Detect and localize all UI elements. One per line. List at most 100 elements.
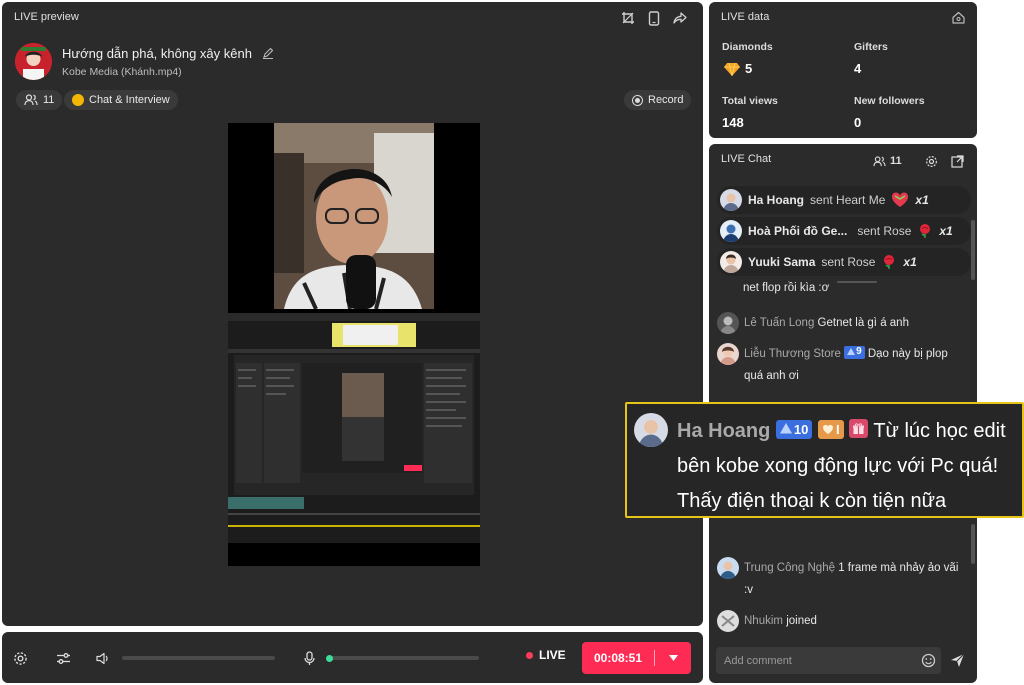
chat-username[interactable]: Lê Tuấn Long — [744, 317, 814, 329]
level-badge-value: 10 — [793, 421, 809, 437]
gift-sender: Hoà Phối đồ Ge... — [748, 224, 848, 238]
gift-count: x1 — [903, 255, 917, 269]
microphone-icon[interactable] — [300, 649, 318, 667]
highlighted-comment: Ha Hoang 10 I Từ lúc học edit bên kobe x… — [625, 402, 1024, 518]
mic-level-slider[interactable] — [326, 654, 479, 662]
adjustments-icon[interactable] — [54, 649, 72, 667]
video-preview — [228, 123, 480, 566]
stream-title: Hướng dẫn phá, không xây kênh — [62, 46, 274, 61]
avatar — [720, 220, 742, 242]
chat-settings-icon[interactable] — [923, 153, 939, 169]
popout-icon[interactable] — [949, 153, 965, 169]
followers-value: 0 — [854, 115, 862, 130]
speaker-icon[interactable] — [94, 649, 112, 667]
diamonds-stat: 5 — [724, 61, 752, 76]
level-triangle-icon — [847, 348, 856, 355]
send-icon[interactable] — [947, 650, 967, 670]
host-avatar[interactable] — [15, 43, 52, 80]
chat-message: Trung Công Nghệ 1 frame mà nhảy ảo vãi :… — [717, 557, 967, 601]
chat-viewer-count: 11 — [890, 155, 902, 167]
rose-gift-icon — [884, 255, 895, 269]
avatar — [717, 343, 739, 365]
gift-row: Ha Hoang sent Heart Me x1 — [717, 186, 971, 214]
chat-message: Lê Tuấn Long Getnet là gì á anh — [717, 312, 967, 334]
chat-message-partial: net flop rồi kìa :ơ — [743, 282, 830, 294]
record-label: Record — [648, 94, 684, 106]
gift-action: sent Rose — [821, 255, 876, 269]
share-icon[interactable] — [671, 9, 689, 27]
level-badge: 9 — [844, 345, 865, 359]
highlight-username[interactable]: Ha Hoang — [677, 420, 770, 442]
end-live-button[interactable]: 00:08:51 — [582, 642, 691, 674]
crop-icon[interactable] — [619, 9, 637, 27]
record-button[interactable]: Record — [624, 90, 692, 110]
avatar — [717, 557, 739, 579]
chat-viewers[interactable]: 11 — [873, 154, 902, 168]
live-data-panel: LIVE data Diamonds 5 Gifters 4 Total vie… — [709, 2, 977, 138]
gift-icon — [853, 423, 865, 434]
chevron-down-icon[interactable] — [655, 655, 691, 661]
live-dot — [526, 651, 533, 659]
bottom-control-bar: LIVE 00:08:51 — [2, 632, 703, 683]
gift-count: x1 — [939, 224, 953, 238]
gift-row: Yuuki Sama sent Rose x1 — [717, 248, 971, 276]
comment-input[interactable]: Add comment — [716, 647, 941, 674]
viewer-count-pill[interactable]: 11 — [16, 90, 63, 110]
level-triangle-icon — [779, 423, 792, 434]
gifters-label: Gifters — [854, 41, 888, 53]
fan-badge: I — [817, 420, 844, 439]
viewers-icon — [873, 155, 886, 166]
avatar — [717, 610, 739, 632]
chat-message: Liễu Thương Store 9 Dạo này bị plop quá … — [717, 343, 967, 387]
views-label: Total views — [722, 95, 778, 107]
followers-label: New followers — [854, 95, 925, 107]
chat-username[interactable]: Trung Công Nghệ — [744, 562, 835, 574]
volume-slider[interactable] — [122, 656, 275, 660]
settings-gear-icon[interactable] — [11, 649, 29, 667]
rose-gift-icon — [920, 224, 931, 238]
highlight-text-block: Ha Hoang 10 I Từ lúc học edit bên kobe x… — [677, 414, 1017, 519]
record-icon — [632, 94, 643, 106]
gift-badge — [849, 419, 869, 438]
chat-message: Nhukim joined — [717, 610, 967, 632]
gift-sender: Ha Hoang — [748, 193, 805, 207]
live-label: LIVE — [539, 648, 566, 662]
chat-scrollbar[interactable] — [971, 220, 975, 280]
level-badge: 10 — [775, 419, 813, 439]
screen-capture — [228, 313, 480, 543]
phone-icon[interactable] — [645, 9, 663, 27]
gift-count: x1 — [915, 193, 929, 207]
comment-placeholder: Add comment — [724, 654, 792, 667]
panel-title: LIVE Chat — [721, 153, 772, 165]
live-preview-panel: LIVE preview Hướng dẫn phá, không xây kê… — [2, 2, 703, 626]
heart-icon — [822, 424, 833, 434]
emoji-icon[interactable] — [921, 653, 936, 668]
gift-action: sent Rose — [857, 224, 912, 238]
avatar — [720, 251, 742, 273]
level-badge-value: 9 — [856, 346, 862, 357]
chat-text: Getnet là gì á anh — [817, 317, 909, 329]
chat-username[interactable]: Nhukim — [744, 615, 783, 627]
diamonds-value: 5 — [745, 61, 753, 76]
avatar — [634, 413, 668, 447]
viewers-icon — [24, 94, 38, 106]
gift-row: Hoà Phối đồ Ge... sent Rose x1 — [717, 217, 971, 245]
stream-source: Kobe Media (Khánh.mp4) — [62, 66, 182, 78]
avatar — [720, 189, 742, 211]
topic-label: Chat & Interview — [89, 94, 170, 106]
viewer-count: 11 — [43, 94, 55, 106]
chat-scrollbar-lower[interactable] — [971, 524, 975, 564]
edit-pencil-icon[interactable] — [262, 47, 274, 59]
panel-title: LIVE preview — [14, 11, 79, 23]
topic-icon — [72, 94, 84, 106]
stream-title-text: Hướng dẫn phá, không xây kênh — [62, 46, 252, 61]
diamonds-label: Diamonds — [722, 41, 773, 53]
home-icon[interactable] — [949, 8, 967, 26]
gifters-value: 4 — [854, 61, 862, 76]
chat-username[interactable]: Liễu Thương Store — [744, 348, 841, 360]
live-timer: 00:08:51 — [593, 651, 643, 665]
diamond-icon — [724, 62, 740, 76]
heart-gift-icon — [892, 192, 909, 207]
panel-title: LIVE data — [721, 11, 770, 23]
topic-pill[interactable]: Chat & Interview — [64, 90, 178, 110]
